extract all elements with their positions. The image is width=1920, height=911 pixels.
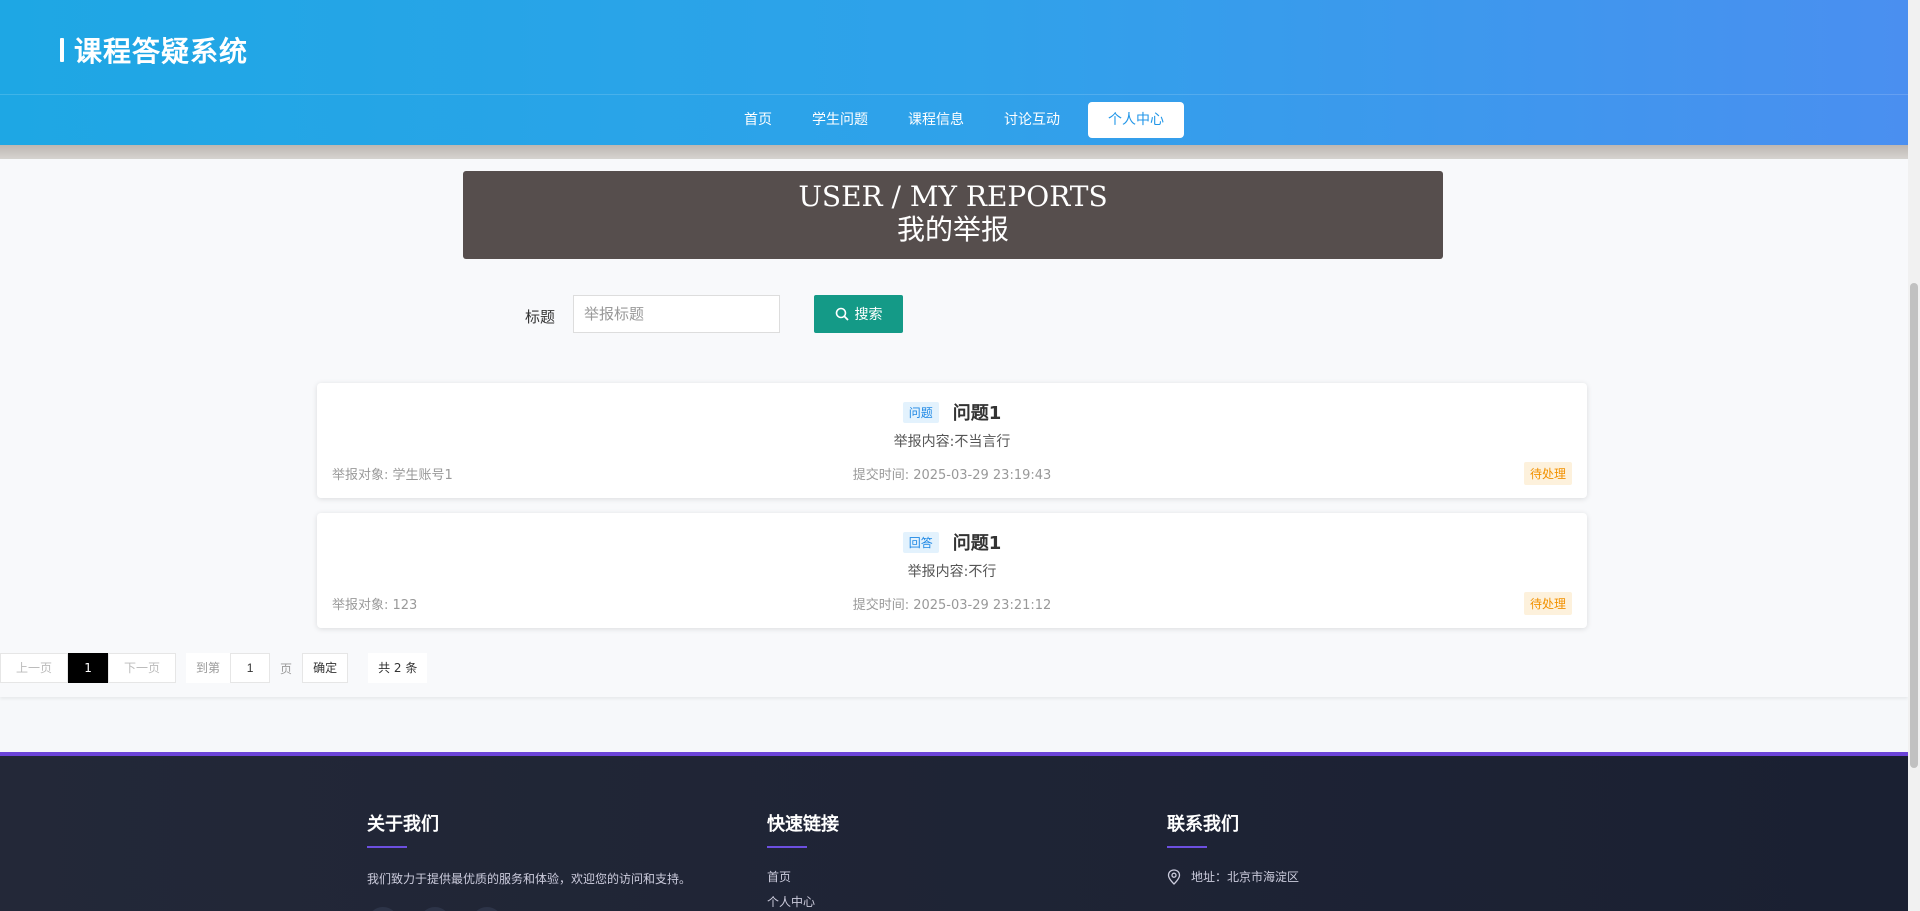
footer-heading-underline (767, 846, 807, 848)
site-footer: 关于我们 我们致力于提供最优质的服务和体验，欢迎您的访问和支持。 快速链接 首页… (0, 756, 1908, 911)
status-badge: 待处理 (1523, 462, 1572, 485)
page-title-en: USER / MY REPORTS (798, 180, 1108, 213)
report-title-row: 问题 问题1 (317, 399, 1587, 425)
scrollbar-thumb[interactable] (1910, 283, 1918, 768)
report-footer: 举报对象: 123 提交时间: 2025-03-29 23:21:12 待处理 (332, 592, 1572, 615)
nav-item-home[interactable]: 首页 (724, 102, 792, 138)
prev-page-button[interactable]: 上一页 (0, 653, 69, 683)
search-icon (835, 307, 849, 321)
footer-about-text: 我们致力于提供最优质的服务和体验，欢迎您的访问和支持。 (367, 872, 692, 886)
report-content: 举报内容:不当言行 (893, 434, 1011, 450)
search-button-label: 搜索 (854, 306, 883, 322)
banner-image-strip (0, 145, 1908, 159)
site-header: 课程答疑系统 首页 学生问题 课程信息 讨论互动 个人中心 (0, 0, 1908, 145)
footer-contact: 联系我们 地址：北京市海淀区 (1167, 810, 1299, 885)
report-time: 提交时间: 2025-03-29 23:19:43 (852, 468, 1052, 483)
footer-contact-heading: 联系我们 (1167, 814, 1239, 835)
report-card[interactable]: 回答 问题1 举报内容:不行 举报对象: 123 提交时间: 2025-03-2… (317, 513, 1587, 628)
footer-link-personal-center[interactable]: 个人中心 (767, 893, 839, 910)
report-title: 问题1 (952, 403, 1002, 424)
social-icon[interactable] (367, 907, 399, 911)
footer-about: 关于我们 我们致力于提供最优质的服务和体验，欢迎您的访问和支持。 (367, 810, 691, 911)
footer-links-heading: 快速链接 (767, 814, 839, 835)
social-icon[interactable] (471, 907, 503, 911)
location-pin-icon (1167, 868, 1181, 885)
report-title: 问题1 (952, 533, 1002, 554)
social-links (367, 907, 691, 911)
brand[interactable]: 课程答疑系统 (60, 30, 248, 70)
footer-about-heading: 关于我们 (367, 814, 439, 835)
search-input[interactable] (573, 295, 780, 333)
footer-heading-underline (367, 846, 407, 848)
report-type-tag: 问题 (902, 401, 939, 423)
report-content: 举报内容:不行 (907, 564, 997, 580)
page-title-box: USER / MY REPORTS 我的举报 (463, 171, 1443, 259)
report-title-row: 回答 问题1 (317, 529, 1587, 555)
report-footer: 举报对象: 学生账号1 提交时间: 2025-03-29 23:19:43 待处… (332, 462, 1572, 485)
social-icon[interactable] (419, 907, 451, 911)
nav-item-student-questions[interactable]: 学生问题 (792, 102, 888, 138)
footer-heading-underline (1167, 846, 1207, 848)
site-title: 课程答疑系统 (74, 35, 249, 68)
report-card[interactable]: 问题 问题1 举报内容:不当言行 举报对象: 学生账号1 提交时间: 2025-… (317, 383, 1587, 498)
page-scrollbar[interactable] (1908, 0, 1920, 911)
pagination: 上一页 1 下一页 到第 页 确定 共 2 条 (0, 653, 428, 683)
footer-address-text: 地址：北京市海淀区 (1191, 870, 1300, 884)
report-type-tag: 回答 (902, 531, 939, 553)
status-badge: 待处理 (1523, 592, 1572, 615)
goto-page-input[interactable] (230, 653, 271, 683)
total-count: 共 2 条 (368, 653, 428, 683)
brand-bar (60, 38, 64, 62)
footer-links: 快速链接 首页 个人中心 (767, 810, 839, 910)
footer-link-home[interactable]: 首页 (767, 868, 839, 885)
page-suffix-label: 页 (280, 661, 293, 676)
goto-confirm-button[interactable]: 确定 (302, 653, 349, 683)
footer-address: 地址：北京市海淀区 (1167, 868, 1299, 885)
search-button[interactable]: 搜索 (814, 295, 903, 333)
nav-item-discussion[interactable]: 讨论互动 (984, 102, 1080, 138)
goto-label: 到第 (186, 653, 231, 683)
page-title-cn: 我的举报 (896, 213, 1009, 246)
nav-item-personal-center[interactable]: 个人中心 (1088, 102, 1184, 138)
report-time: 提交时间: 2025-03-29 23:21:12 (852, 598, 1052, 613)
main-nav: 首页 学生问题 课程信息 讨论互动 个人中心 (0, 102, 1908, 138)
search-label: 标题 (525, 308, 556, 326)
next-page-button[interactable]: 下一页 (108, 653, 177, 683)
nav-item-course-info[interactable]: 课程信息 (888, 102, 984, 138)
page-number-current[interactable]: 1 (68, 653, 109, 683)
main-content: USER / MY REPORTS 我的举报 标题 搜索 问题 问题1 举报内容… (0, 159, 1908, 697)
header-divider (0, 94, 1908, 95)
